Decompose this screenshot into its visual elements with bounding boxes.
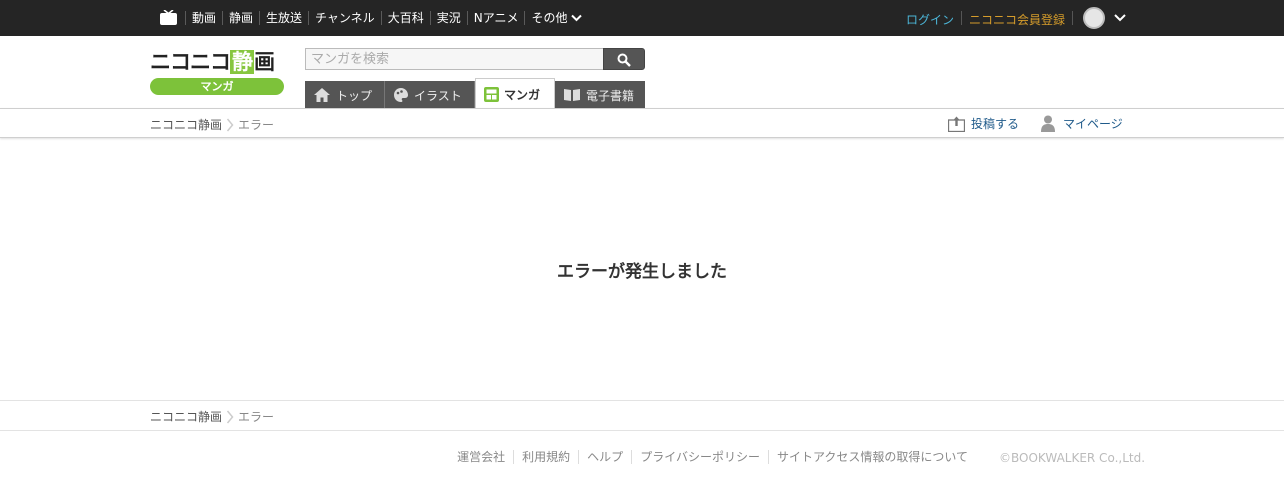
breadcrumb-current: エラー xyxy=(238,118,275,132)
footer-link-help[interactable]: ヘルプ xyxy=(578,450,631,464)
tab-top[interactable]: トップ xyxy=(305,81,385,109)
tab-ebook[interactable]: 電子書籍 xyxy=(555,81,645,109)
global-nav-more[interactable]: その他 xyxy=(524,11,588,25)
global-nav-live[interactable]: 生放送 xyxy=(259,11,308,25)
post-button[interactable]: 投稿する xyxy=(948,115,1019,132)
footer-link-privacy[interactable]: プライバシーポリシー xyxy=(631,450,768,464)
tab-illust[interactable]: イラスト xyxy=(385,81,475,109)
breadcrumb-current: エラー xyxy=(238,410,275,424)
site-logo[interactable]: ニコニコ静画 マンガ xyxy=(150,48,286,96)
chevron-down-icon xyxy=(571,14,583,22)
upload-icon xyxy=(948,116,965,132)
global-nav-jikkyo[interactable]: 実況 xyxy=(429,11,467,25)
footer-link-terms[interactable]: 利用規約 xyxy=(513,450,578,464)
avatar[interactable] xyxy=(1083,7,1105,29)
book-icon xyxy=(564,89,580,101)
tab-label: マンガ xyxy=(504,87,541,102)
global-nav-nanime[interactable]: Nアニメ xyxy=(466,11,525,25)
user-icon xyxy=(1041,115,1055,132)
error-message: エラーが発生しました xyxy=(557,262,727,282)
global-nav-seiga[interactable]: 静画 xyxy=(222,11,259,25)
global-top-bar: 動画 静画 生放送 チャンネル 大百科 実況 Nアニメ その他 ログイン ニコニ… xyxy=(0,0,1284,36)
tab-label: 電子書籍 xyxy=(586,88,635,103)
divider xyxy=(1072,11,1073,25)
search-icon xyxy=(617,53,631,67)
search-input[interactable] xyxy=(305,48,604,70)
logo-text-sei: 静 xyxy=(230,50,254,74)
global-nav-more-label: その他 xyxy=(531,11,568,25)
illust-icon xyxy=(394,88,408,102)
mypage-link[interactable]: マイページ xyxy=(1041,115,1123,132)
post-label: 投稿する xyxy=(971,117,1020,131)
breadcrumb: ニコニコ静画 エラー xyxy=(150,408,274,425)
global-nav-dic[interactable]: 大百科 xyxy=(380,11,430,25)
tab-label: トップ xyxy=(336,88,373,103)
tab-label: イラスト xyxy=(414,88,462,103)
search-button[interactable] xyxy=(603,48,645,70)
mypage-label: マイページ xyxy=(1063,117,1123,131)
logo-text-ga: 画 xyxy=(254,50,275,74)
footer: 運営会社 利用規約 ヘルプ プライバシーポリシー サイトアクセス情報の取得につい… xyxy=(0,450,1284,470)
breadcrumb: ニコニコ静画 エラー xyxy=(150,116,274,133)
footer-breadcrumb-bar: ニコニコ静画 エラー xyxy=(0,400,1284,431)
logo-sub-label: マンガ xyxy=(150,78,284,95)
chevron-right-icon xyxy=(226,410,234,423)
logo-text-nico: ニコニコ xyxy=(150,50,231,74)
search-box xyxy=(305,48,645,70)
home-icon xyxy=(314,88,330,102)
breadcrumb-bar: ニコニコ静画 エラー 投稿する マイページ xyxy=(0,108,1284,138)
tab-manga[interactable]: マンガ xyxy=(475,78,555,109)
niconico-tv-icon[interactable] xyxy=(160,10,177,25)
divider xyxy=(961,11,962,25)
register-link[interactable]: ニコニコ会員登録 xyxy=(969,11,1065,28)
manga-icon xyxy=(484,86,499,102)
global-nav-channel[interactable]: チャンネル xyxy=(308,11,381,25)
footer-link-company[interactable]: 運営会社 xyxy=(449,450,513,464)
chevron-down-icon[interactable] xyxy=(1113,12,1127,24)
global-nav: 動画 静画 生放送 チャンネル 大百科 実況 Nアニメ その他 xyxy=(185,0,588,36)
breadcrumb-home[interactable]: ニコニコ静画 xyxy=(150,408,222,425)
chevron-right-icon xyxy=(226,118,234,131)
copyright: ©BOOKWALKER Co.,Ltd. xyxy=(999,451,1146,465)
footer-link-site-access[interactable]: サイトアクセス情報の取得について xyxy=(767,450,976,464)
global-nav-douga[interactable]: 動画 xyxy=(185,11,222,25)
breadcrumb-home[interactable]: ニコニコ静画 xyxy=(150,116,222,133)
login-link[interactable]: ログイン xyxy=(906,11,954,28)
footer-links: 運営会社 利用規約 ヘルプ プライバシーポリシー サイトアクセス情報の取得につい… xyxy=(449,450,976,464)
logo-wordmark: ニコニコ静画 xyxy=(150,48,275,76)
